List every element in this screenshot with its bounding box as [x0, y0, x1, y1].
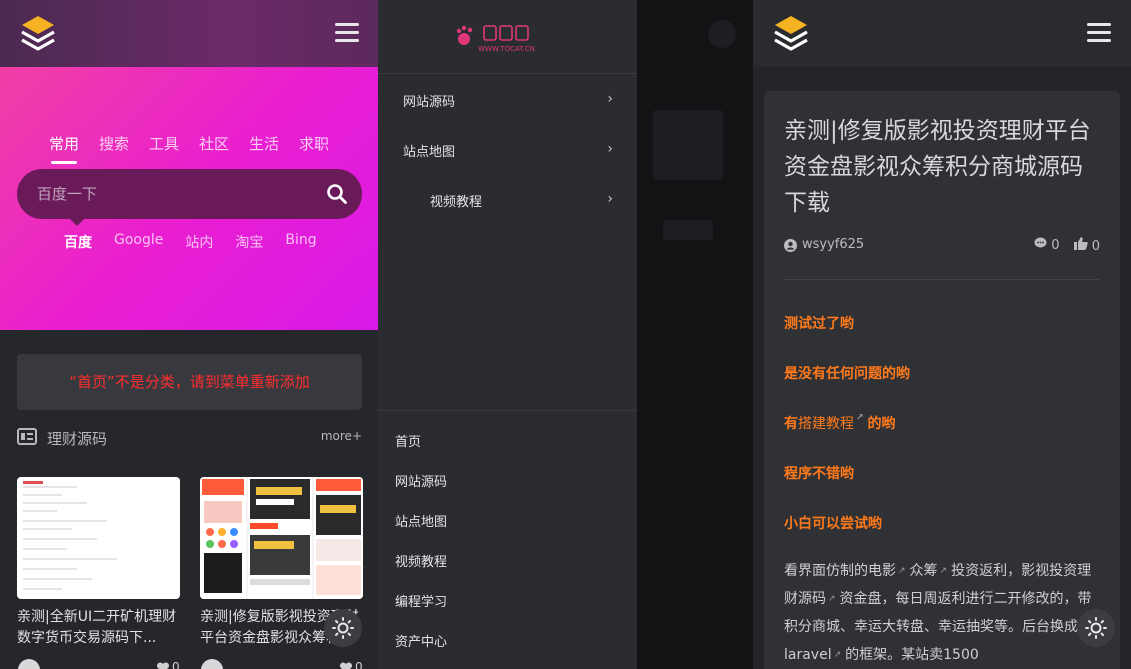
highlight-line: 小白可以尝试哟 — [784, 516, 882, 532]
engine-google[interactable]: Google — [114, 232, 163, 252]
post-thumbnail[interactable] — [200, 477, 363, 599]
avatar — [18, 659, 40, 669]
search-category-tabs: 常用 搜索 工具 社区 生活 求职 — [0, 133, 378, 164]
external-link-icon: ↗ — [833, 650, 842, 660]
author-name[interactable]: wsyyf625 — [802, 237, 864, 252]
drawer-item-sitemap[interactable]: 站点地图 › — [403, 141, 613, 163]
like-count-value: 0 — [1091, 239, 1100, 254]
nav-link-sitemap[interactable]: 站点地图 — [395, 511, 447, 530]
article-panel: 亲测|修复版影视投资理财平台资金盘影视众筹积分商城源码下载 wsyyf625 0… — [753, 0, 1131, 669]
tutorial-link[interactable]: 搭建教程 — [798, 416, 854, 432]
sun-icon — [1085, 617, 1107, 639]
dimmed-background — [663, 220, 713, 240]
drawer-item-label: 网站源码 — [403, 95, 456, 110]
divider — [378, 410, 637, 411]
brand-text: WWW.TOCAT.CN — [478, 45, 535, 53]
theme-toggle-button[interactable] — [1077, 609, 1115, 647]
highlight-line: 有搭建教程 ↗ 的哟 — [784, 413, 896, 433]
notice-banner: “首页”不是分类，请到菜单重新添加 — [17, 354, 362, 410]
chevron-right-icon: › — [607, 191, 613, 207]
user-icon — [784, 239, 797, 252]
sun-icon — [332, 617, 354, 639]
tab-common[interactable]: 常用 — [49, 133, 79, 164]
tab-community[interactable]: 社区 — [199, 133, 229, 154]
nav-link-home[interactable]: 首页 — [395, 431, 421, 450]
search-engine-list: 百度 Google 站内 淘宝 Bing — [64, 232, 317, 252]
highlight-line: 程序不错哟 — [784, 466, 854, 482]
more-link[interactable]: more+ — [321, 429, 362, 443]
chevron-right-icon: › — [607, 141, 613, 157]
divider — [784, 279, 1100, 280]
highlight-text: 有 — [784, 416, 798, 432]
external-link-icon: ↗ — [898, 566, 906, 576]
drawer-panel: WWW.TOCAT.CN 网站源码 › 站点地图 › 视频教程 › 首页 网站源… — [378, 0, 753, 669]
logo-icon[interactable] — [773, 14, 809, 54]
article-card: 亲测|修复版影视投资理财平台资金盘影视众筹积分商城源码下载 wsyyf625 0… — [764, 91, 1120, 669]
comment-icon — [1034, 237, 1047, 248]
drawer-item-video[interactable]: 视频教程 › — [403, 191, 613, 213]
avatar — [201, 659, 223, 669]
engine-bing[interactable]: Bing — [285, 232, 316, 252]
post-title[interactable]: 亲测|全新UI二开矿机理财数字货币交易源码下... — [17, 607, 180, 649]
drawer-item-source[interactable]: 网站源码 › — [403, 91, 613, 113]
highlight-line: 是没有任何问题的哟 — [784, 366, 910, 382]
external-link-icon: ↗ — [828, 594, 836, 604]
top-bar — [753, 0, 1131, 67]
heart-icon — [340, 662, 352, 669]
engine-site[interactable]: 站内 — [185, 232, 213, 252]
nav-link-assets[interactable]: 资产中心 — [395, 631, 447, 650]
brand-logo[interactable]: WWW.TOCAT.CN — [456, 22, 556, 54]
divider — [378, 73, 637, 74]
tab-tools[interactable]: 工具 — [149, 133, 179, 154]
list-icon — [17, 428, 37, 445]
article-meta: wsyyf625 0 0 — [784, 236, 1100, 256]
comment-count-value: 0 — [1051, 238, 1060, 253]
nav-link-video[interactable]: 视频教程 — [395, 551, 447, 570]
theme-toggle-button[interactable] — [324, 609, 362, 647]
external-link-icon: ↗ — [856, 413, 864, 423]
thumbs-up-icon — [1073, 237, 1088, 250]
external-link-icon: ↗ — [939, 566, 948, 576]
like-count: 0 — [172, 660, 180, 669]
paragraph-text: 的框架。某站卖1500 — [845, 647, 979, 663]
drawer-item-label: 站点地图 — [403, 145, 456, 160]
comment-count[interactable]: 0 — [1034, 237, 1060, 254]
nav-link-source[interactable]: 网站源码 — [395, 471, 447, 490]
highlight-line: 测试过了哟 — [784, 316, 854, 332]
nav-link-programming[interactable]: 编程学习 — [395, 591, 447, 610]
section-header: 理财源码 more+ — [17, 426, 362, 448]
crowdfunding-link[interactable]: 众筹 — [910, 563, 938, 579]
article-title: 亲测|修复版影视投资理财平台资金盘影视众筹积分商城源码下载 — [784, 118, 1091, 216]
engine-pointer — [68, 217, 86, 226]
highlight-text: 的哟 — [867, 416, 896, 432]
menu-icon[interactable] — [1087, 23, 1111, 43]
dimmed-background — [653, 110, 723, 180]
section-title: 理财源码 — [47, 430, 108, 448]
article-stats: 0 0 — [1034, 237, 1100, 254]
home-panel: 常用 搜索 工具 社区 生活 求职 百度 Google 站内 淘宝 Bing “… — [0, 0, 378, 669]
engine-baidu[interactable]: 百度 — [64, 232, 92, 252]
tab-life[interactable]: 生活 — [249, 133, 279, 154]
search-icon[interactable] — [326, 183, 348, 205]
dimmed-background — [708, 20, 736, 48]
article-paragraph: 看界面仿制的电影 ↗ 众筹 ↗ 投资返利，影视投资理财源码 ↗ 资金盘，每日周返利进行二开修… — [784, 557, 1104, 669]
tab-search[interactable]: 搜索 — [99, 133, 129, 154]
drawer-item-label: 视频教程 — [430, 195, 483, 210]
post-thumbnail[interactable] — [17, 477, 180, 599]
engine-taobao[interactable]: 淘宝 — [235, 232, 263, 252]
post-card[interactable]: 亲测|全新UI二开矿机理财数字货币交易源码下... — [17, 477, 180, 669]
side-drawer: WWW.TOCAT.CN 网站源码 › 站点地图 › 视频教程 › 首页 网站源… — [378, 0, 637, 669]
chevron-right-icon: › — [607, 91, 613, 107]
search-box — [17, 169, 362, 219]
laravel-link[interactable]: laravel — [784, 647, 832, 663]
search-input[interactable] — [37, 169, 307, 219]
paragraph-text: 看界面仿制的电影 — [784, 563, 896, 579]
like-count[interactable]: 0 — [1073, 237, 1100, 254]
like-count: 0 — [355, 660, 363, 669]
tab-jobs[interactable]: 求职 — [299, 133, 329, 154]
top-bar — [0, 0, 378, 67]
menu-icon[interactable] — [335, 23, 359, 43]
heart-icon — [157, 662, 169, 669]
logo-icon[interactable] — [20, 14, 56, 54]
